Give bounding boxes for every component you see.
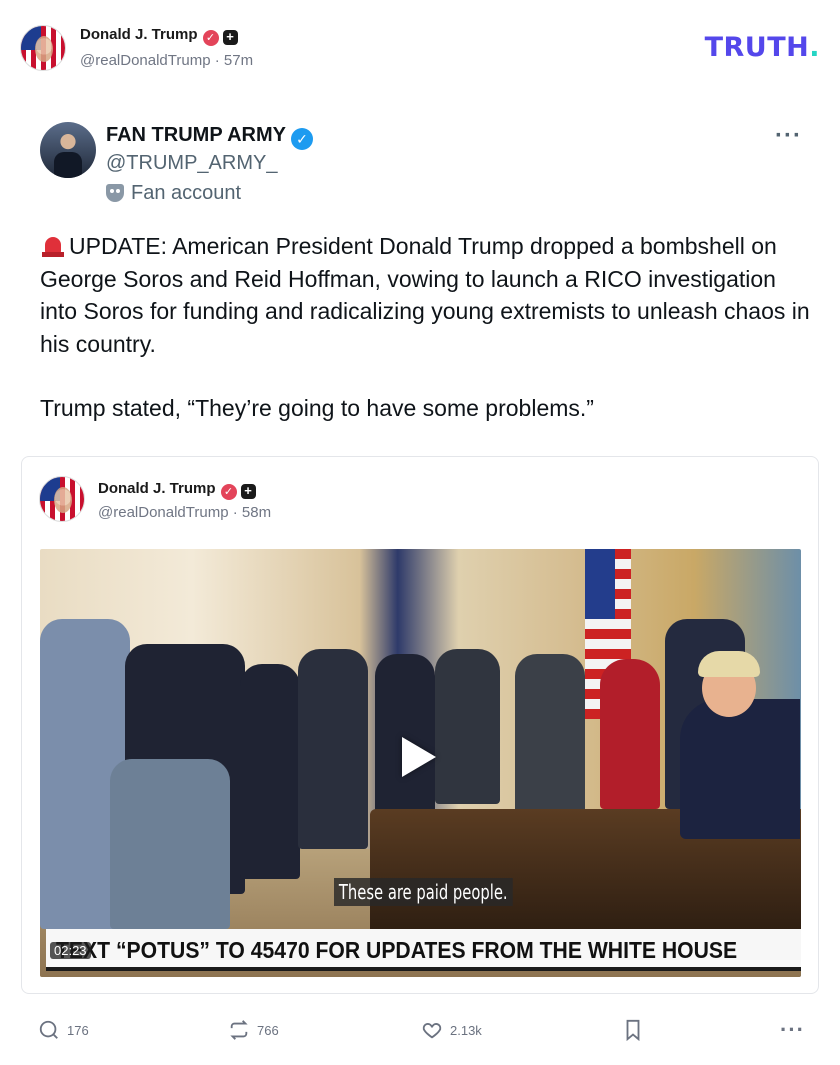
truth-logo-text: TRUTH [704, 32, 810, 63]
reply-button[interactable]: 176 [38, 1015, 89, 1045]
video-person [375, 654, 435, 814]
truth-logo: TRUTH. [705, 32, 820, 63]
video-subtitle: These are paid people. [334, 878, 513, 906]
reply-icon [39, 1020, 58, 1039]
bookmark-button[interactable] [623, 1015, 650, 1045]
video-person [435, 649, 500, 804]
tweet-author-name: FAN TRUMP ARMY ✓ [106, 124, 313, 150]
post-time[interactable]: 57m [224, 52, 253, 69]
reply-count: 176 [67, 1022, 89, 1038]
quoted-author-name[interactable]: Donald J. Trump ✓ + [98, 480, 256, 500]
tweet-author-name-text: FAN TRUMP ARMY [106, 124, 286, 146]
quoted-post-card[interactable]: Donald J. Trump ✓ + @realDonaldTrump · 58m… [21, 456, 819, 994]
verified-badge-icon: ✓ [202, 30, 219, 46]
author-avatar[interactable] [20, 25, 66, 71]
more-actions-icon[interactable]: ··· [780, 1015, 805, 1045]
author-handle[interactable]: @realDonaldTrump [80, 52, 211, 69]
bookmark-icon [626, 1019, 640, 1041]
play-icon[interactable] [402, 737, 436, 777]
truth-logo-dot: . [809, 32, 820, 63]
video-person-seated [680, 651, 800, 839]
quoted-handle[interactable]: @realDonaldTrump [98, 504, 229, 521]
video-person [298, 649, 368, 849]
quoted-time[interactable]: 58m [242, 504, 271, 521]
retruth-icon [230, 1020, 248, 1040]
quoted-handle-line: @realDonaldTrump · 58m [98, 504, 272, 521]
quoted-author-avatar[interactable] [39, 476, 85, 522]
verified-check-icon: ✓ [291, 128, 313, 150]
tweet-paragraph-1: UPDATE: American President Donald Trump … [40, 230, 810, 360]
author-name-text[interactable]: Donald J. Trump [80, 26, 198, 43]
video-person [240, 664, 300, 879]
more-options-icon: ··· [775, 122, 802, 149]
retruth-button[interactable]: 766 [228, 1015, 279, 1045]
video-player[interactable]: These are paid people. TEXT “POTUS” TO 4… [40, 549, 801, 977]
video-person-red [600, 659, 660, 809]
plus-badge-icon: + [222, 30, 238, 45]
author-name[interactable]: Donald J. Trump ✓ + [80, 26, 238, 46]
tweet-avatar [40, 122, 96, 178]
video-person [110, 759, 230, 929]
retruth-count: 766 [257, 1022, 279, 1038]
fan-account-label: Fan account [106, 182, 241, 205]
heart-icon [422, 1023, 442, 1039]
video-person [515, 654, 585, 824]
video-timecode: 02:23 [50, 942, 91, 959]
author-handle-line: @realDonaldTrump · 57m [80, 52, 254, 69]
verified-badge-icon: ✓ [220, 484, 237, 500]
tweet-paragraph-2: Trump stated, “They’re going to have som… [40, 395, 594, 421]
tweet-handle: @TRUMP_ARMY_ [106, 152, 278, 174]
tweet-paragraph-1-text: UPDATE: American President Donald Trump … [40, 233, 810, 357]
tweet-text: UPDATE: American President Donald Trump … [40, 230, 810, 425]
like-count: 2.13k [450, 1022, 482, 1038]
quoted-author-name-text[interactable]: Donald J. Trump [98, 480, 216, 497]
post-header: Donald J. Trump ✓ + @realDonaldTrump · 57m… [20, 22, 820, 72]
like-button[interactable]: 2.13k [421, 1015, 482, 1045]
post-actions: 176 766 2.13k ··· [38, 1015, 808, 1045]
fan-account-text: Fan account [131, 182, 242, 204]
video-ticker: TEXT “POTUS” TO 45470 FOR UPDATES FROM T… [46, 929, 801, 971]
plus-badge-icon: + [240, 484, 256, 499]
video-ticker-text: TEXT “POTUS” TO 45470 FOR UPDATES FROM T… [56, 937, 738, 963]
siren-icon [40, 233, 66, 257]
mask-icon [106, 184, 124, 202]
